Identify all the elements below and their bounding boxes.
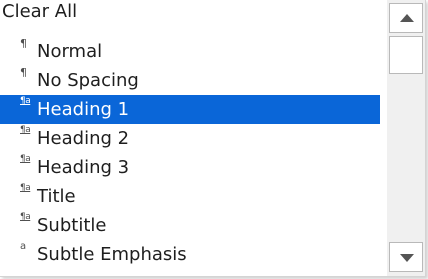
style-label: Normal (37, 41, 103, 62)
style-item-normal[interactable]: ¶ Normal (0, 37, 380, 66)
linked-style-icon: ¶a (20, 125, 31, 135)
linked-style-icon: ¶a (20, 154, 31, 164)
scroll-thumb[interactable] (389, 36, 423, 74)
style-list: Clear All ¶ Normal ¶ No Spacing ¶a Headi… (0, 0, 380, 276)
paragraph-style-icon: ¶ (20, 37, 27, 50)
scroll-up-button[interactable] (389, 3, 423, 33)
character-style-icon: a (20, 241, 27, 252)
style-item-clear-all[interactable]: Clear All (0, 0, 380, 29)
style-item-heading-1[interactable]: ¶a Heading 1 (0, 95, 380, 124)
style-item-subtitle[interactable]: ¶a Subtitle (0, 211, 380, 240)
linked-style-icon: ¶a (20, 183, 31, 193)
style-item-title[interactable]: ¶a Title (0, 182, 380, 211)
styles-list-box: Clear All ¶ Normal ¶ No Spacing ¶a Headi… (0, 0, 426, 277)
triangle-down-icon (400, 254, 414, 262)
vertical-scrollbar[interactable] (387, 0, 425, 276)
style-label: Heading 1 (37, 99, 130, 120)
paragraph-style-icon: ¶ (20, 66, 27, 79)
style-item-heading-3[interactable]: ¶a Heading 3 (0, 153, 380, 182)
style-label: Clear All (2, 1, 78, 22)
style-item-no-spacing[interactable]: ¶ No Spacing (0, 66, 380, 95)
style-label: Subtle Emphasis (37, 244, 187, 265)
style-item-subtle-emphasis[interactable]: a Subtle Emphasis (0, 240, 380, 269)
style-label: Title (37, 186, 76, 207)
style-label: Subtitle (37, 215, 107, 236)
style-label: Heading 3 (37, 157, 130, 178)
style-item-heading-2[interactable]: ¶a Heading 2 (0, 124, 380, 153)
style-label: Heading 2 (37, 128, 130, 149)
style-label: No Spacing (37, 70, 139, 91)
linked-style-icon: ¶a (20, 212, 31, 222)
scroll-down-button[interactable] (389, 242, 423, 272)
triangle-up-icon (400, 14, 414, 22)
linked-style-icon: ¶a (20, 96, 31, 106)
